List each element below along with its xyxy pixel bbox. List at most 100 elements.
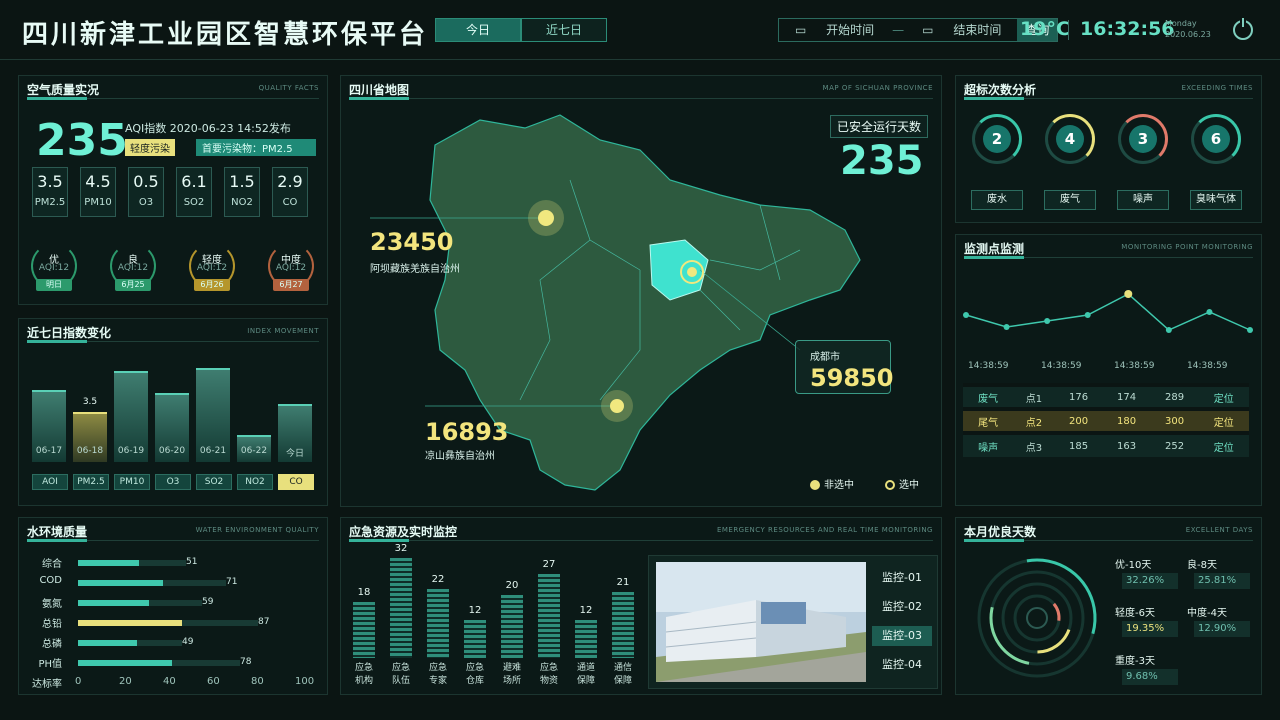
week-bar-label: 06-20: [158, 446, 186, 456]
emergency-bar[interactable]: [390, 558, 412, 658]
monitor-point[interactable]: [963, 312, 969, 318]
tab-last-seven-days[interactable]: 近七日: [521, 18, 607, 42]
panel-subtitle: EXCEEDING TIMES: [1181, 84, 1253, 92]
exceed-ring[interactable]: 2: [972, 114, 1022, 164]
end-time-input[interactable]: ▭ 结束时间: [906, 19, 1017, 41]
week-bar-label: 今日: [285, 449, 304, 459]
camera-item-3[interactable]: 监控-04: [872, 655, 932, 675]
monitor-point[interactable]: [1165, 327, 1172, 333]
emergency-bar[interactable]: [612, 592, 634, 658]
emergency-bar[interactable]: [353, 602, 375, 658]
water-bar[interactable]: [78, 600, 149, 606]
emergency-value: 27: [542, 559, 556, 570]
water-value: 87: [258, 617, 270, 627]
good-days-item-label: 中度-4天: [1187, 608, 1227, 619]
emergency-bar[interactable]: [427, 589, 449, 658]
primary-pollutant: 首要污染物：PM2.5: [196, 139, 316, 156]
water-bar[interactable]: [78, 660, 172, 666]
water-bar[interactable]: [78, 640, 137, 646]
monitor-point[interactable]: [1003, 324, 1010, 330]
exceed-ring[interactable]: 3: [1118, 114, 1168, 164]
title-underline: [27, 340, 319, 343]
water-value: 59: [202, 597, 214, 607]
exceed-ring[interactable]: 6: [1191, 114, 1241, 164]
index-tab-0[interactable]: AOI: [32, 474, 68, 490]
exceed-label[interactable]: 废气: [1044, 190, 1096, 210]
good-days-percent: 9.68%: [1122, 669, 1178, 685]
emergency-bar[interactable]: [464, 620, 486, 658]
locate-button[interactable]: 定位: [1198, 383, 1249, 409]
camera-feed[interactable]: [656, 562, 866, 682]
title-underline: [964, 256, 1253, 259]
exceed-value: 4: [1056, 125, 1084, 153]
time-label: 14:38:59: [1041, 361, 1082, 371]
title-underline: [349, 539, 933, 542]
exceed-ring[interactable]: 4: [1045, 114, 1095, 164]
forecast-day-1[interactable]: 良 AQI:12 6月25: [107, 243, 159, 293]
table-cell: 噪声: [963, 431, 1014, 457]
legend-selected[interactable]: 选中: [885, 476, 919, 491]
legend-unselected[interactable]: 非选中: [810, 476, 854, 491]
index-tab-3[interactable]: O3: [155, 474, 191, 490]
water-value: 51: [186, 557, 198, 567]
index-tab-5[interactable]: NO2: [237, 474, 273, 490]
time-label: 14:38:59: [1187, 361, 1228, 371]
panel-title: 应急资源及实时监控: [349, 525, 458, 539]
divider: [1068, 20, 1069, 40]
index-tab-6[interactable]: CO: [278, 474, 314, 490]
exceed-label[interactable]: 噪声: [1117, 190, 1169, 210]
pollutant-2: 0.5 O3: [128, 167, 164, 217]
index-tab-1[interactable]: PM2.5: [73, 474, 109, 490]
emergency-bar[interactable]: [538, 574, 560, 658]
camera-item-2[interactable]: 监控-03: [872, 626, 932, 646]
good-days-percent: 25.81%: [1194, 573, 1250, 589]
start-time-input[interactable]: ▭ 开始时间: [779, 19, 890, 41]
locate-button[interactable]: 定位: [1198, 407, 1249, 433]
power-icon[interactable]: [1233, 18, 1253, 40]
exceed-label[interactable]: 废水: [971, 190, 1023, 210]
good-days-item-label: 轻度-6天: [1115, 608, 1155, 619]
pollutant-1: 4.5 PM10: [80, 167, 116, 217]
forecast-day-3[interactable]: 中度 AQI:12 6月27: [265, 243, 317, 293]
tab-today[interactable]: 今日: [435, 18, 521, 42]
emergency-bar[interactable]: [575, 620, 597, 658]
table-cell: 点3: [1013, 431, 1055, 457]
title-underline: [964, 539, 1253, 542]
forecast-date: 6月26: [194, 279, 230, 291]
panel-title: 水环境质量: [27, 525, 88, 539]
camera-item-0[interactable]: 监控-01: [872, 568, 932, 588]
pollutant-4: 1.5 NO2: [224, 167, 260, 217]
axis-tick: 0: [75, 676, 82, 687]
water-bar[interactable]: [78, 560, 139, 566]
camera-item-1[interactable]: 监控-02: [872, 597, 932, 617]
monitor-point[interactable]: [1124, 290, 1133, 298]
forecast-day-0[interactable]: 优 AQI:12 明日: [28, 243, 80, 293]
exceed-label[interactable]: 臭味气体: [1190, 190, 1242, 210]
table-row[interactable]: 废气 点1 176 174 289 定位: [963, 383, 1249, 409]
emergency-label: 应急 仓库: [465, 663, 484, 686]
table-row[interactable]: 尾气 点2 200 180 300 定位: [963, 407, 1249, 433]
monitor-point[interactable]: [1247, 327, 1253, 333]
index-tab-2[interactable]: PM10: [114, 474, 150, 490]
emergency-value: 18: [357, 587, 371, 598]
forecast-day-2[interactable]: 轻度 AQI:12 6月26: [186, 243, 238, 293]
temperature: 19°C: [1020, 18, 1070, 40]
pollutant-3: 6.1 SO2: [176, 167, 212, 217]
pollutant-5: 2.9 CO: [272, 167, 308, 217]
locate-button[interactable]: 定位: [1198, 431, 1249, 457]
monitor-point[interactable]: [1206, 309, 1213, 315]
exceed-value: 3: [1129, 125, 1157, 153]
day-tabs: 今日 近七日: [435, 18, 607, 42]
monitor-point[interactable]: [1044, 318, 1051, 324]
axis-tick: 100: [295, 676, 315, 687]
legend-ring-icon: [885, 480, 895, 490]
water-bar[interactable]: [78, 580, 163, 586]
water-value: 49: [182, 637, 194, 647]
index-tab-4[interactable]: SO2: [196, 474, 232, 490]
water-bar[interactable]: [78, 620, 182, 626]
emergency-bar[interactable]: [501, 595, 523, 658]
water-item-label: 综合: [42, 559, 62, 570]
header: 四川新津工业园区智慧环保平台 今日 近七日 ▭ 开始时间 — ▭ 结束时间 查询…: [0, 0, 1280, 60]
monitor-point[interactable]: [1084, 312, 1091, 318]
table-row[interactable]: 噪声 点3 185 163 252 定位: [963, 431, 1249, 457]
